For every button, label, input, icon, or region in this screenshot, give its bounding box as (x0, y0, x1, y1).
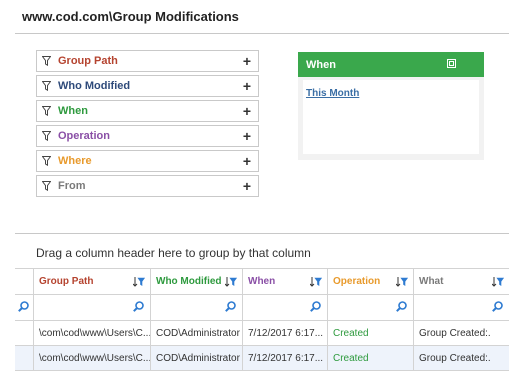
filter-group-path[interactable]: Group Path + (36, 50, 259, 72)
add-filter-icon[interactable]: + (243, 103, 251, 119)
column-header-group-path[interactable]: Group Path (33, 269, 150, 294)
column-header-label: Group Path (39, 276, 94, 287)
column-filter-icon[interactable] (492, 277, 504, 287)
header-spacer (15, 269, 33, 294)
row-selector[interactable] (15, 346, 33, 370)
search-icon[interactable] (396, 301, 407, 315)
filter-funnel-icon (42, 81, 52, 91)
cell-what: Group Created:. (413, 346, 509, 370)
filter-funnel-icon (42, 156, 52, 166)
column-filter-icon[interactable] (396, 277, 408, 287)
cell-operation: Created (327, 321, 413, 345)
column-header-label: Who Modified (156, 276, 222, 287)
filter-label-where: Where (58, 155, 92, 167)
table-row[interactable]: \com\cod\www\Users\C... COD\Administrato… (15, 321, 509, 346)
filter-funnel-icon (42, 131, 52, 141)
filter-who-modified[interactable]: Who Modified + (36, 75, 259, 97)
column-header-label: Operation (333, 276, 381, 287)
filter-funnel-icon (42, 106, 52, 116)
column-filter-what[interactable] (413, 295, 509, 320)
filter-row-selector[interactable] (15, 295, 33, 320)
filter-label-operation: Operation (58, 130, 110, 142)
filter-label-when: When (58, 105, 88, 117)
when-panel-header: When (298, 52, 484, 77)
group-by-hint[interactable]: Drag a column header here to group by th… (36, 246, 311, 260)
table-row[interactable]: \com\cod\www\Users\C... COD\Administrato… (15, 346, 509, 371)
filter-label-who-modified: Who Modified (58, 80, 131, 92)
row-selector[interactable] (15, 321, 33, 345)
add-filter-icon[interactable]: + (243, 128, 251, 144)
when-panel-body: This Month (303, 80, 479, 154)
cell-group-path: \com\cod\www\Users\C... (33, 346, 150, 370)
column-header-operation[interactable]: Operation (327, 269, 413, 294)
filter-from[interactable]: From + (36, 175, 259, 197)
filter-funnel-icon (42, 181, 52, 191)
column-filter-icon[interactable] (225, 277, 237, 287)
add-filter-icon[interactable]: + (243, 178, 251, 194)
filter-where[interactable]: Where + (36, 150, 259, 172)
column-filter-icon[interactable] (310, 277, 322, 287)
grid-header-row: Group Path Who Modified When Operation W… (15, 268, 509, 295)
search-icon[interactable] (492, 301, 503, 315)
filter-panel: Group Path + Who Modified + When + Opera… (36, 50, 259, 200)
add-filter-icon[interactable]: + (243, 53, 251, 69)
add-filter-icon[interactable]: + (243, 153, 251, 169)
cell-when: 7/12/2017 6:17... (242, 321, 327, 345)
column-filter-when[interactable] (242, 295, 327, 320)
title-divider (15, 33, 509, 34)
when-panel-title: When (306, 58, 336, 71)
cell-what: Group Created:. (413, 321, 509, 345)
cell-group-path: \com\cod\www\Users\C... (33, 321, 150, 345)
search-icon[interactable] (225, 301, 236, 315)
search-icon[interactable] (133, 301, 144, 315)
column-header-who-modified[interactable]: Who Modified (150, 269, 242, 294)
column-filter-operation[interactable] (327, 295, 413, 320)
cell-when: 7/12/2017 6:17... (242, 346, 327, 370)
column-filter-who-modified[interactable] (150, 295, 242, 320)
filter-operation[interactable]: Operation + (36, 125, 259, 147)
page-title: www.cod.com\Group Modifications (22, 9, 239, 24)
column-header-label: What (419, 276, 444, 287)
column-filter-icon[interactable] (133, 277, 145, 287)
filter-when[interactable]: When + (36, 100, 259, 122)
column-header-what[interactable]: What (413, 269, 509, 294)
minimize-icon[interactable] (447, 59, 456, 68)
filter-label-from: From (58, 180, 86, 192)
search-icon[interactable] (310, 301, 321, 315)
search-icon[interactable] (18, 301, 29, 315)
cell-operation: Created (327, 346, 413, 370)
column-header-label: When (248, 276, 276, 287)
add-filter-icon[interactable]: + (243, 78, 251, 94)
filter-funnel-icon (42, 56, 52, 66)
column-filter-group-path[interactable] (33, 295, 150, 320)
when-filter-panel: When This Month (298, 52, 484, 160)
column-header-when[interactable]: When (242, 269, 327, 294)
cell-who-modified: COD\Administrator (150, 346, 242, 370)
cell-who-modified: COD\Administrator (150, 321, 242, 345)
this-month-link[interactable]: This Month (306, 88, 359, 99)
grid-filter-row (15, 295, 509, 321)
filter-label-group-path: Group Path (58, 55, 118, 67)
